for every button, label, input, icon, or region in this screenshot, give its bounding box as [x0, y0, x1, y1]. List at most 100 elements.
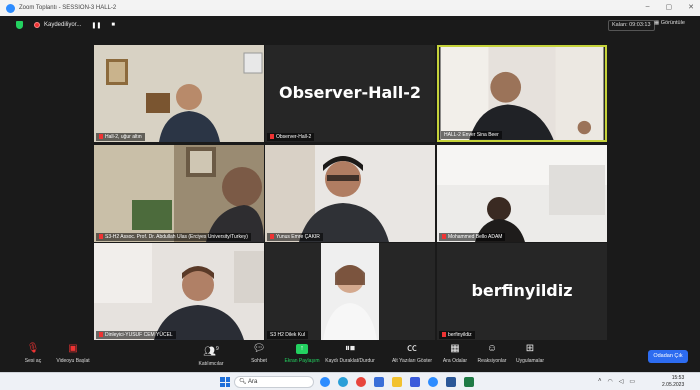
participant-video [265, 243, 435, 340]
chat-icon: 💬︎ [252, 343, 266, 354]
participant-name: berfinyildiz [439, 331, 475, 339]
start-video-button[interactable]: ▣ Videoyu Başlat [54, 343, 92, 364]
participant-name: Dinleyici-YUSUF CEM YÜCEL [96, 331, 176, 339]
maximize-button[interactable]: ▢ [666, 3, 673, 11]
battery-icon[interactable]: ▭ [629, 378, 635, 385]
muted-mic-icon [442, 332, 446, 337]
participant-name: HALL-2 Enver Sina Beer [441, 131, 502, 139]
participant-video [265, 145, 435, 242]
minimize-button[interactable]: – [646, 3, 650, 11]
unmute-button[interactable]: 🎙︎ Sesi aç [18, 343, 48, 364]
video-tile[interactable]: Observer-Hall-2 Observer-Hall-2 [265, 45, 435, 142]
close-button[interactable]: ✕ [688, 3, 694, 11]
time-remaining: Kalan: 09:03:13 [608, 20, 655, 31]
chat-button[interactable]: 💬︎ Sohbet [246, 343, 272, 364]
participant-name: Mohammed Bello ADAM [439, 233, 506, 241]
captions-button[interactable]: ㏄ Alt Yazıları Göster [388, 343, 436, 364]
recording-label: Kaydediliyor... [44, 22, 82, 28]
chevron-up-icon[interactable]: ˄ [598, 378, 602, 385]
pause-stop-icon: ⏸︎⏹︎ [345, 343, 355, 354]
participants-label: Katılımcılar [198, 361, 224, 368]
apps-label: Uygulamalar [515, 358, 545, 364]
windows-taskbar: 🔍︎ Ara ˄ ◠ ◁ ▭ 15:53 2.05.2023 [0, 372, 700, 390]
start-video-label: Videoyu Başlat [56, 358, 90, 364]
window-titlebar: Zoom Toplantı - SESSION-3 HALL-2 – ▢ ✕ [0, 0, 700, 16]
breakout-rooms-icon: ▦ [450, 343, 460, 354]
participant-video [440, 47, 604, 140]
muted-mic-icon [99, 332, 103, 337]
video-tile[interactable]: Dinleyici-YUSUF CEM YÜCEL [94, 243, 264, 340]
zoom-meeting-icon[interactable] [428, 377, 438, 387]
muted-mic-icon [442, 234, 446, 239]
participant-name: Observer-Hall-2 [267, 133, 315, 141]
apps-icon: ⊞ [525, 343, 535, 354]
participants-icon: 👥︎9 [203, 346, 219, 358]
reactions-icon: ☺︎ [486, 343, 498, 354]
participants-count: 9 [215, 346, 219, 352]
clock-time: 15:53 [671, 375, 685, 381]
reactions-label: Reaksiyonlar [477, 358, 507, 364]
taskbar-clock[interactable]: 15:53 2.05.2023 [662, 375, 684, 389]
share-screen-icon: ↑ [296, 344, 308, 354]
stop-recording-icon[interactable]: ■ [111, 22, 115, 28]
muted-mic-icon [270, 134, 274, 139]
unmute-label: Sesi aç [24, 358, 42, 364]
participant-video [94, 45, 264, 142]
edge-icon[interactable] [338, 377, 348, 387]
participant-video [94, 243, 264, 340]
participant-video [94, 145, 264, 242]
participant-display-name: Observer-Hall-2 [278, 83, 422, 102]
wifi-icon[interactable]: ◠ [608, 378, 613, 385]
video-tile-active-speaker[interactable]: HALL-2 Enver Sina Beer [437, 45, 607, 142]
muted-mic-icon [99, 134, 103, 139]
word-icon[interactable] [446, 377, 456, 387]
cc-icon: ㏄ [407, 343, 417, 354]
participant-name: S3 H2 Dilek Kul [267, 331, 309, 339]
leave-button[interactable]: Odadan Çık [648, 350, 688, 363]
zoom-taskbar-icon[interactable] [320, 377, 330, 387]
chrome-icon[interactable] [356, 377, 366, 387]
pause-stop-recording-button[interactable]: ⏸︎⏹︎ Kaydı Duraklat/Durdur [314, 343, 386, 364]
participant-name: Yunus Emre ÇAKIR [267, 233, 323, 241]
breakout-rooms-button[interactable]: ▦ Ara Odalar [440, 343, 470, 364]
file-explorer-icon[interactable] [392, 377, 402, 387]
muted-mic-icon [270, 234, 274, 239]
meeting-topbar: Kaydediliyor... ❚❚ ■ Kalan: 09:03:13 ▦ G… [0, 16, 700, 34]
video-tile[interactable]: Yunus Emre ÇAKIR [265, 145, 435, 242]
participant-name: S3-H2 Assoc. Prof. Dr. Abdullah Ulas (Er… [96, 233, 251, 241]
recording-indicator: Kaydediliyor... ❚❚ ■ [34, 19, 115, 31]
video-tile[interactable]: Hall-2, uğur altın [94, 45, 264, 142]
windows-start-icon[interactable] [220, 377, 230, 387]
breakout-rooms-label: Ara Odalar [442, 358, 468, 364]
captions-label: Alt Yazıları Göster [391, 358, 433, 364]
video-tile[interactable]: berfinyildiz berfinyildiz [437, 243, 607, 340]
taskbar-search-input[interactable]: 🔍︎ Ara [234, 376, 314, 388]
system-tray: ˄ ◠ ◁ ▭ [598, 378, 635, 385]
pause-recording-icon[interactable]: ❚❚ [91, 22, 101, 29]
view-label: Görüntüle [660, 20, 685, 26]
video-tile[interactable]: S3 H2 Dilek Kul [265, 243, 435, 340]
app-icon[interactable] [374, 377, 384, 387]
volume-icon[interactable]: ◁ [619, 378, 624, 385]
window-title: Zoom Toplantı - SESSION-3 HALL-2 [19, 5, 117, 11]
participant-video [437, 145, 607, 242]
participants-button[interactable]: 👥︎9 Katılımcılar [196, 343, 226, 367]
video-tile[interactable]: S3-H2 Assoc. Prof. Dr. Abdullah Ulas (Er… [94, 145, 264, 242]
chat-label: Sohbet [251, 358, 267, 364]
participant-display-name: berfinyildiz [471, 281, 573, 300]
record-icon [34, 22, 40, 28]
reactions-button[interactable]: ☺︎ Reaksiyonlar [474, 343, 510, 364]
clock-date: 2.05.2023 [662, 382, 685, 388]
store-icon[interactable] [410, 377, 420, 387]
view-button[interactable]: ▦ Görüntüle [654, 20, 685, 26]
participant-name: Hall-2, uğur altın [96, 133, 145, 141]
video-tile[interactable]: Mohammed Bello ADAM [437, 145, 607, 242]
security-shield-icon[interactable] [16, 21, 23, 29]
record-label: Kaydı Duraklat/Durdur [325, 358, 375, 364]
apps-button[interactable]: ⊞ Uygulamalar [512, 343, 548, 364]
muted-mic-icon [99, 234, 103, 239]
video-off-icon: ▣ [68, 343, 78, 354]
meeting-toolbar: 🎙︎ Sesi aç ▣ Videoyu Başlat 👥︎9 Katılımc… [0, 340, 700, 372]
excel-icon[interactable] [464, 377, 474, 387]
muted-mic-icon: 🎙︎ [26, 343, 40, 354]
